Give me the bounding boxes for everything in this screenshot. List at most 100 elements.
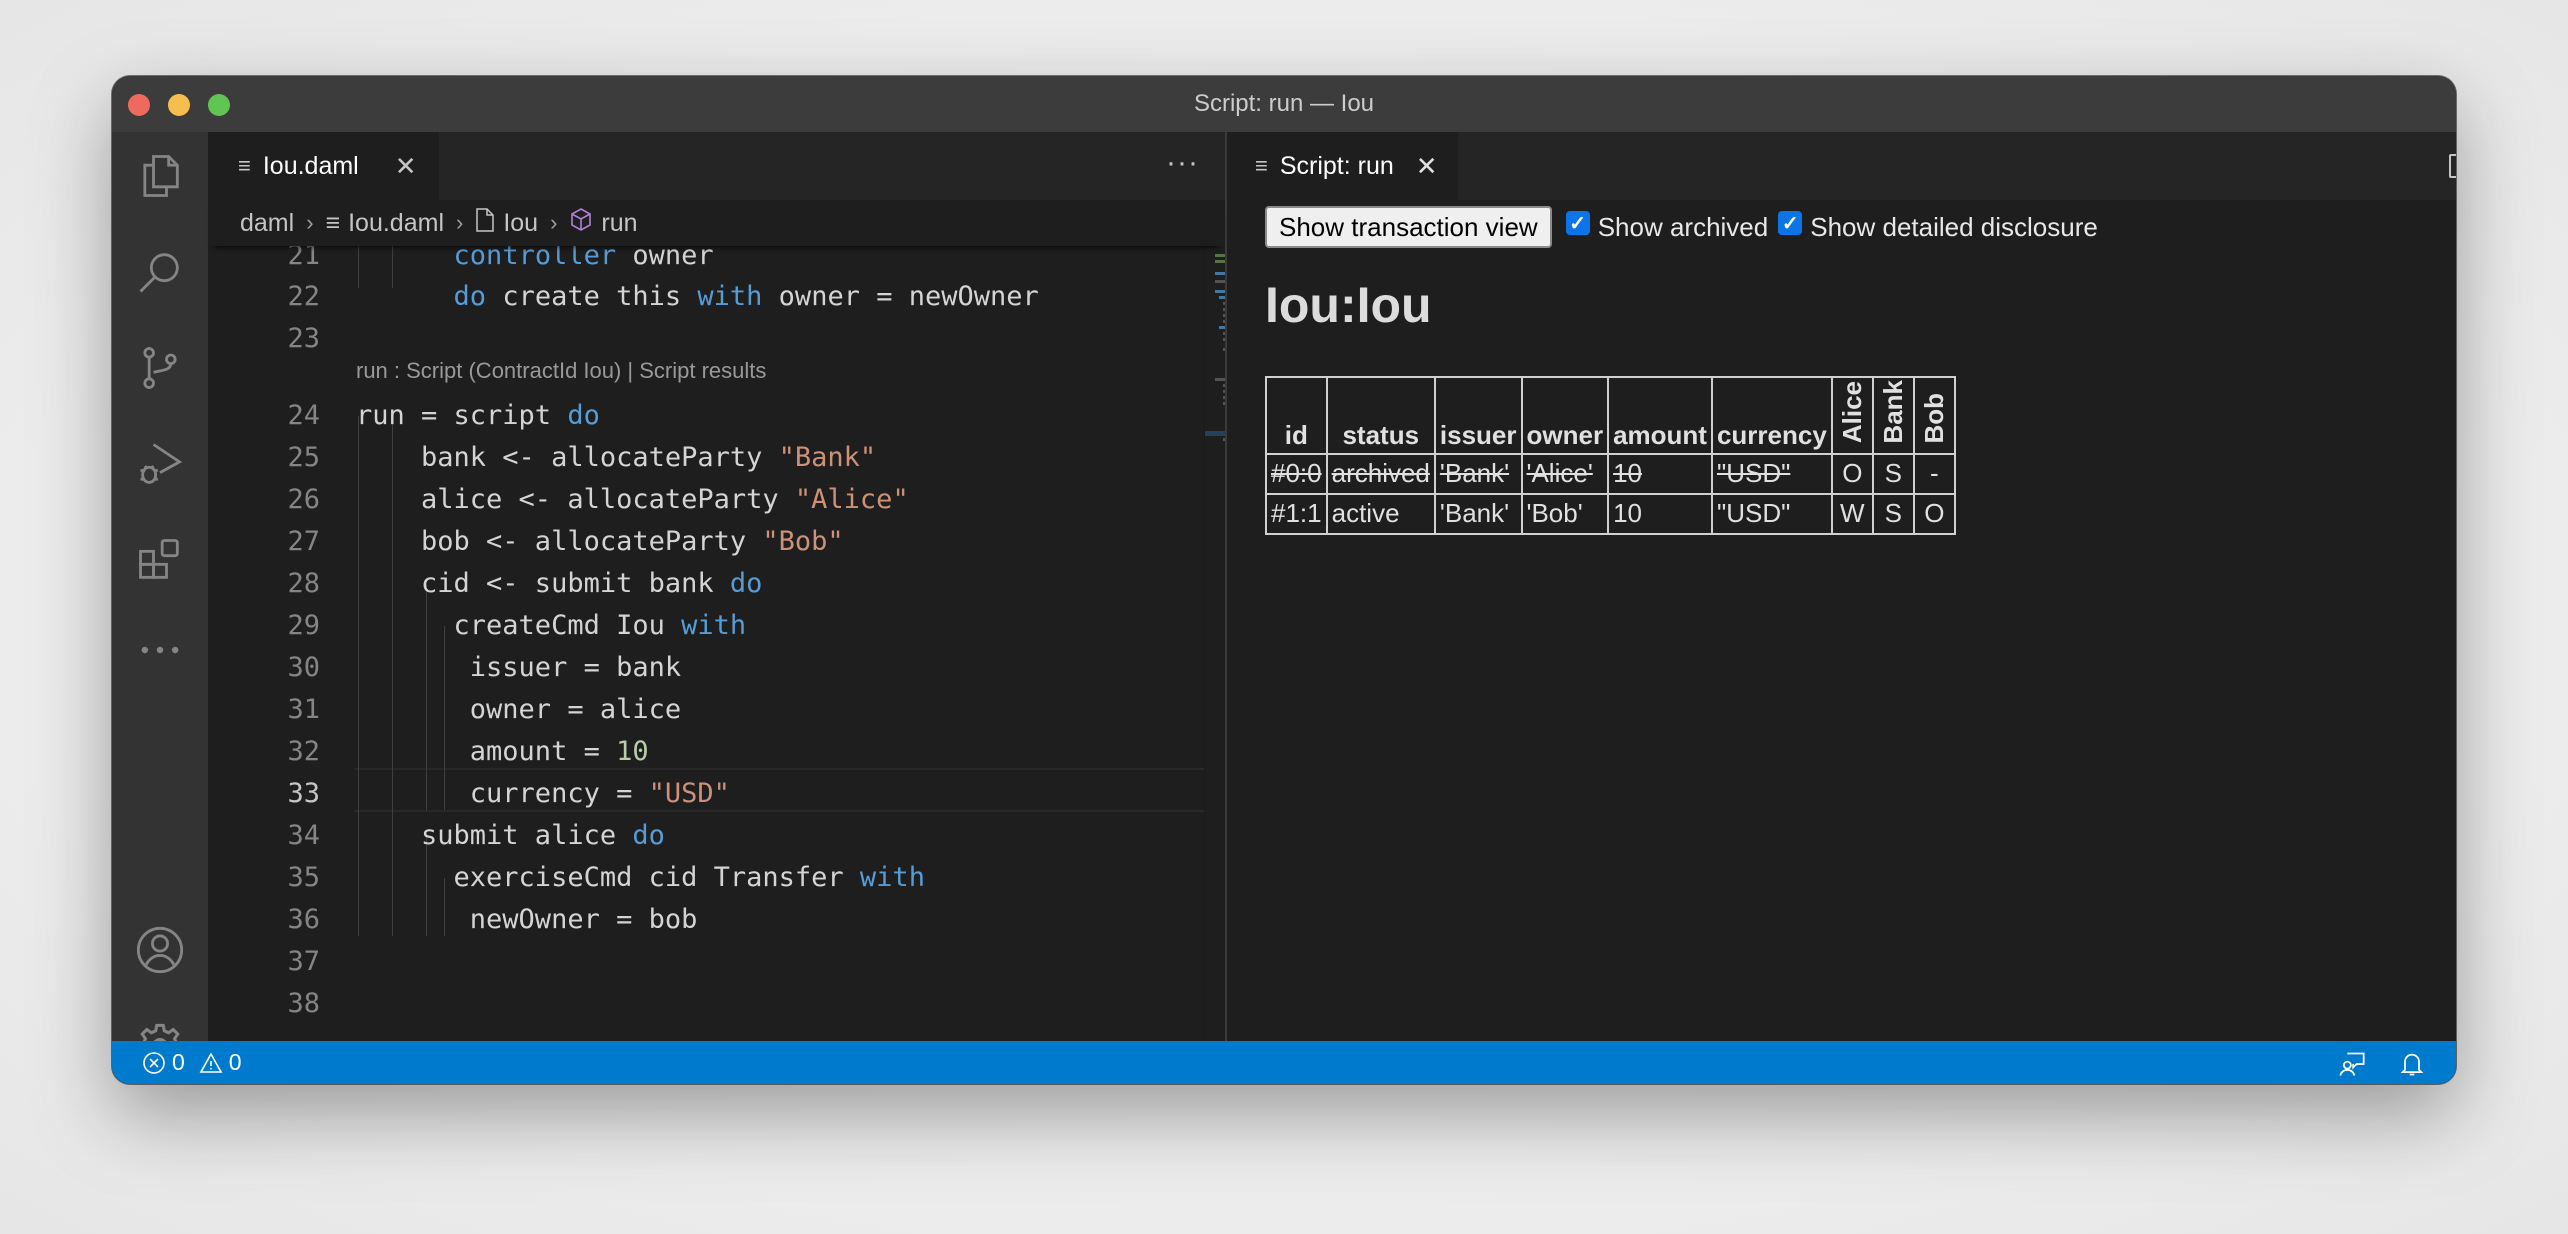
code-token: amount = (356, 735, 617, 767)
code-line[interactable]: 33 currency = "USD" (208, 772, 1204, 814)
column-header-id: id (1265, 376, 1328, 455)
code-line[interactable]: 34 submit alice do (208, 814, 1204, 856)
code-token: do (729, 567, 763, 599)
window-title: Script: run — Iou (1193, 90, 1375, 117)
code-line[interactable]: 32 amount = 10 (208, 730, 1204, 772)
column-header-status: status (1325, 376, 1436, 455)
show-archived-label: Show archived (1597, 211, 1769, 242)
ellipsis-icon (141, 646, 179, 654)
more-actions-button[interactable]: ··· (1166, 146, 1199, 180)
code-line[interactable]: 31 owner = alice (208, 688, 1204, 730)
code-token: submit alice (356, 819, 633, 851)
extensions-button[interactable] (132, 532, 188, 588)
cell-issuer: 'Bank' (1433, 452, 1523, 495)
error-icon (143, 1051, 165, 1074)
show-archived-checkbox[interactable]: ✓ Show archived (1565, 211, 1769, 243)
code-token: create this (486, 280, 698, 312)
disclosure-cell-bank: S (1871, 492, 1915, 535)
tab-iou-daml[interactable]: ≡ Iou.daml ✕ (208, 132, 439, 200)
explorer-button[interactable] (132, 148, 188, 204)
close-tab-icon[interactable]: ✕ (1416, 151, 1438, 182)
search-button[interactable] (132, 244, 188, 300)
show-transaction-view-button[interactable]: Show transaction view (1265, 206, 1552, 248)
cell-status: archived (1325, 452, 1436, 495)
code-line[interactable]: 26 alice <- allocateParty "Alice" (208, 478, 1204, 520)
title-bar: Script: run — Iou (112, 76, 2456, 133)
code-line[interactable]: 28 cid <- submit bank do (208, 562, 1204, 604)
show-detailed-disclosure-label: Show detailed disclosure (1810, 211, 2098, 242)
code-token: createCmd Iou (356, 609, 682, 641)
line-number: 31 (287, 693, 320, 725)
notifications-bell-icon[interactable] (2398, 1050, 2426, 1078)
code-line[interactable]: 38 (208, 982, 1204, 1024)
code-text: submit alice do (356, 820, 665, 851)
code-token: cid <- submit bank (356, 567, 730, 599)
code-text: issuer = bank (356, 652, 681, 683)
party-column-header-alice: Alice (1830, 376, 1874, 455)
line-number: 26 (287, 483, 320, 515)
code-token: "Bank" (778, 441, 877, 473)
party-name: Bob (1918, 393, 1949, 444)
cube-symbol-icon (569, 207, 593, 240)
tab-script-run[interactable]: ≡ Script: run ✕ (1227, 132, 1458, 200)
file-lines-icon: ≡ (238, 153, 251, 178)
run-debug-icon (140, 443, 183, 484)
code-token: issuer = bank (356, 651, 682, 683)
code-line[interactable]: 25 bank <- allocateParty "Bank" (208, 436, 1204, 478)
disclosure-cell-bank: S (1871, 452, 1915, 495)
code-line[interactable]: 35 exerciseCmd cid Transfer with (208, 856, 1204, 898)
accounts-button[interactable] (132, 922, 188, 978)
code-line[interactable]: 24 run = script do (208, 394, 1204, 436)
breadcrumb-item-module[interactable]: Iou (503, 209, 538, 238)
cell-amount: 10 (1607, 492, 1713, 535)
feedback-icon[interactable] (2338, 1050, 2366, 1078)
module-file-icon (475, 207, 495, 240)
code-token: do (632, 819, 665, 851)
code-text: bank <- allocateParty "Bank" (356, 442, 876, 473)
problems-indicator[interactable]: 0 0 (142, 1049, 242, 1076)
breadcrumb: daml › ≡ Iou.daml › Iou › run (208, 200, 1225, 246)
cell-owner: 'Alice' (1520, 452, 1610, 495)
code-line[interactable]: 27 bob <- allocateParty "Bob" (208, 520, 1204, 562)
code-line[interactable]: 23 (208, 317, 1204, 359)
code-token: do (567, 399, 600, 431)
code-line[interactable]: 36 newOwner = bob (208, 898, 1204, 940)
line-number: 27 (287, 525, 320, 557)
run-debug-button[interactable] (132, 436, 188, 492)
cell-currency: "USD" (1710, 452, 1833, 495)
code-text: alice <- allocateParty "Alice" (356, 484, 909, 515)
code-token: with (681, 609, 747, 641)
code-token: owner = newOwner (762, 280, 1039, 312)
breadcrumb-item-file[interactable]: Iou.daml (348, 209, 444, 238)
party-name: Alice (1836, 381, 1867, 444)
code-editor[interactable]: run : Script (ContractId Iou) | Script r… (208, 246, 1204, 1041)
code-token: bob <- allocateParty (356, 525, 763, 557)
source-control-button[interactable] (132, 340, 188, 396)
code-line[interactable]: 37 (208, 940, 1204, 982)
close-tab-icon[interactable]: ✕ (395, 151, 417, 182)
code-line[interactable]: 30 issuer = bank (208, 646, 1204, 688)
account-icon (136, 926, 184, 974)
code-line[interactable]: 22 do create this with owner = newOwner (208, 275, 1204, 317)
line-number: 21 (287, 246, 320, 271)
code-line[interactable]: 29 createCmd Iou with (208, 604, 1204, 646)
tab-label: Iou.daml (262, 151, 359, 180)
show-detailed-disclosure-checkbox[interactable]: ✓ Show detailed disclosure (1778, 211, 2098, 243)
breadcrumb-item-symbol[interactable]: run (601, 209, 637, 238)
checkmark-icon[interactable]: ✓ (1565, 211, 1590, 235)
chevron-right-icon: › (306, 210, 314, 235)
more-views-button[interactable] (132, 622, 188, 678)
checkmark-icon[interactable]: ✓ (1778, 211, 1803, 235)
breadcrumb-item-folder[interactable]: daml (240, 209, 294, 238)
warning-icon (199, 1051, 223, 1073)
table-row: #1:1 active 'Bank' 'Bob' 10 "USD" W S O (1265, 492, 1956, 535)
column-header-issuer: issuer (1433, 376, 1523, 455)
vscode-window: Script: run — Iou ≡ Iou.daml ✕ ··· daml … (112, 76, 2456, 1084)
column-header-amount: amount (1607, 376, 1713, 455)
activity-bar (112, 132, 208, 1071)
split-editor-icon[interactable] (2449, 154, 2456, 178)
code-line[interactable]: 21 controller owner (208, 246, 1204, 276)
codelens-script-results[interactable]: run : Script (ContractId Iou) | Script r… (356, 358, 766, 384)
